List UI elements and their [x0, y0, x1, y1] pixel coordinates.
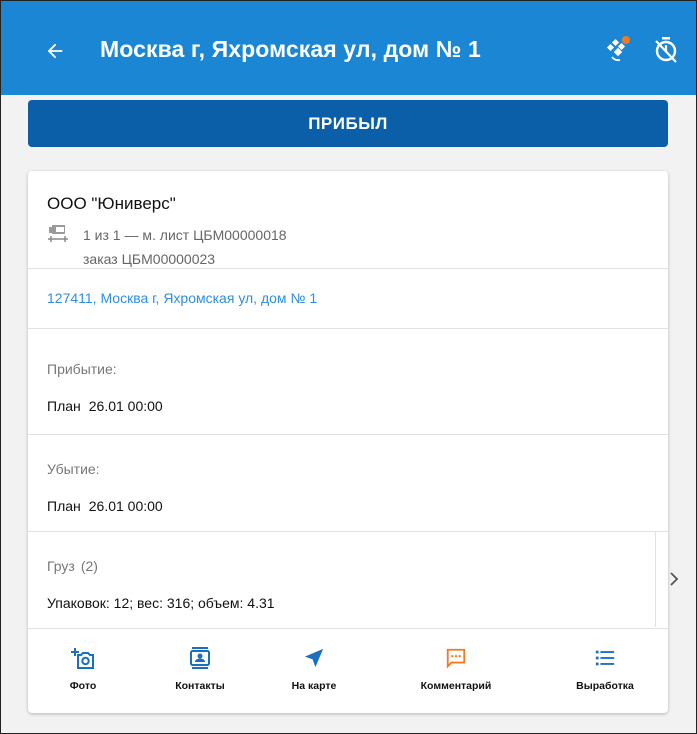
order-info: заказ ЦБМ00000023 [83, 251, 216, 267]
photo-label: Фото [69, 680, 97, 692]
departure-plan: План 26.01 00:00 [47, 498, 163, 514]
departure-section: Убытие: План 26.01 00:00 [28, 435, 668, 532]
add-photo-icon [71, 648, 94, 669]
arrival-plan-value: 26.01 00:00 [88, 398, 163, 414]
arrival-section: Прибытие: План 26.01 00:00 [28, 329, 668, 435]
contacts-label: Контакты [175, 680, 225, 692]
company-name: ООО "Юниверс" [47, 194, 176, 213]
stop-card: ООО "Юниверс" 1 из 1 — м. лист ЦБМ000000… [28, 171, 668, 713]
app-bar: Москва г, Яхромская ул, дом № 1 [1, 1, 696, 95]
address-section: 127411, Москва г, Яхромская ул, дом № 1 [28, 269, 668, 329]
departure-plan-value: 26.01 00:00 [88, 498, 163, 514]
customer-section: ООО "Юниверс" 1 из 1 — м. лист ЦБМ000000… [28, 171, 668, 269]
address-link[interactable]: 127411, Москва г, Яхромская ул, дом № 1 [47, 290, 317, 306]
departure-label: Убытие: [47, 461, 100, 477]
list-icon [595, 650, 615, 666]
navigation-arrow-icon [304, 648, 324, 668]
gps-satellite-icon [606, 36, 630, 62]
departure-plan-label: План [47, 498, 81, 514]
cargo-label: Груз (2) [47, 558, 98, 574]
comment-label: Комментарий [420, 680, 492, 692]
cargo-expand-button[interactable] [655, 531, 691, 627]
cargo-count: (2) [80, 558, 98, 574]
arrival-label: Прибытие: [47, 361, 117, 377]
contacts-icon [190, 647, 210, 669]
cargo-info: Упаковок: 12; вес: 316; объем: 4.31 [47, 595, 275, 611]
chevron-right-icon [669, 572, 678, 586]
route-sheet-info: 1 из 1 — м. лист ЦБМ00000018 [83, 227, 287, 243]
page-title: Москва г, Яхромская ул, дом № 1 [100, 36, 481, 62]
output-button[interactable]: Выработка [566, 629, 644, 713]
gps-button[interactable] [602, 31, 634, 67]
timer-off-icon [655, 37, 677, 63]
arrived-button[interactable]: ПРИБЫЛ [28, 100, 668, 147]
cargo-title: Груз [47, 558, 75, 574]
contacts-button[interactable]: Контакты [166, 629, 234, 713]
arrow-back-icon [47, 43, 63, 59]
action-bar: Фото Контакты На карте Комментарий Выраб… [28, 629, 668, 713]
comment-icon [446, 648, 466, 669]
cargo-section[interactable]: Груз (2) Упаковок: 12; вес: 316; объем: 4… [28, 532, 668, 629]
route-sheet-icon [48, 225, 68, 242]
arrival-plan: План 26.01 00:00 [47, 398, 163, 414]
map-button[interactable]: На карте [280, 629, 348, 713]
comment-button[interactable]: Комментарий [406, 629, 506, 713]
map-label: На карте [291, 680, 337, 692]
timer-button[interactable] [651, 31, 681, 67]
output-label: Выработка [576, 680, 634, 692]
arrival-plan-label: План [47, 398, 81, 414]
back-button[interactable] [37, 33, 73, 69]
photo-button[interactable]: Фото [56, 629, 110, 713]
